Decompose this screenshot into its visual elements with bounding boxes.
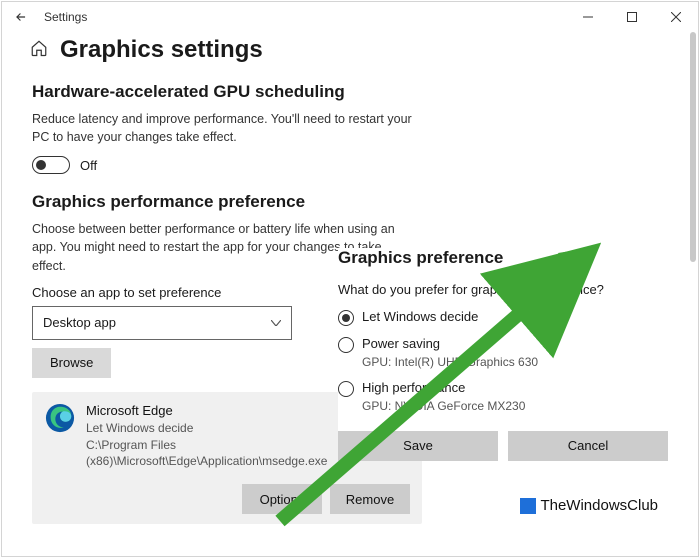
- remove-button[interactable]: Remove: [330, 484, 410, 514]
- watermark-text: TheWindowsClub: [540, 497, 658, 514]
- preference-radio-group: Let Windows decide Power saving GPU: Int…: [338, 309, 668, 415]
- radio-sub-text: GPU: Intel(R) UHD Graphics 630: [362, 355, 538, 371]
- radio-label-text: High performance: [362, 380, 525, 397]
- gpu-scheduling-toggle-label: Off: [80, 158, 97, 173]
- maximize-button[interactable]: [610, 2, 654, 32]
- home-icon[interactable]: [30, 39, 48, 62]
- radio-power-saving[interactable]: Power saving GPU: Intel(R) UHD Graphics …: [338, 336, 668, 370]
- app-type-dropdown[interactable]: Desktop app: [32, 306, 292, 340]
- edge-icon: [44, 402, 76, 434]
- radio-label-text: Let Windows decide: [362, 309, 478, 326]
- gpu-scheduling-description: Reduce latency and improve performance. …: [32, 110, 412, 146]
- close-button[interactable]: [654, 2, 698, 32]
- radio-sub-text: GPU: NVIDIA GeForce MX230: [362, 399, 525, 415]
- radio-high-performance[interactable]: High performance GPU: NVIDIA GeForce MX2…: [338, 380, 668, 414]
- page-title: Graphics settings: [60, 36, 263, 64]
- settings-window: Settings Graphics settings Hardware-acce…: [1, 1, 699, 557]
- graphics-preference-question: What do you prefer for graphics performa…: [338, 282, 668, 297]
- gpu-scheduling-toggle[interactable]: [32, 156, 70, 174]
- radio-icon: [338, 310, 354, 326]
- chevron-down-icon: [271, 317, 281, 329]
- radio-let-windows-decide[interactable]: Let Windows decide: [338, 309, 668, 326]
- app-type-value: Desktop app: [43, 315, 116, 330]
- radio-icon: [338, 337, 354, 353]
- gpu-scheduling-section: Hardware-accelerated GPU scheduling Redu…: [32, 82, 412, 174]
- titlebar: Settings: [2, 2, 698, 32]
- gpu-scheduling-heading: Hardware-accelerated GPU scheduling: [32, 82, 412, 102]
- window-controls: [566, 2, 698, 32]
- minimize-button[interactable]: [566, 2, 610, 32]
- watermark-logo-icon: [520, 498, 536, 514]
- watermark: TheWindowsClub: [520, 497, 658, 514]
- cancel-button[interactable]: Cancel: [508, 431, 668, 461]
- options-button[interactable]: Options: [242, 484, 322, 514]
- save-button[interactable]: Save: [338, 431, 498, 461]
- page-header: Graphics settings: [30, 36, 668, 64]
- window-title: Settings: [44, 10, 87, 24]
- browse-button[interactable]: Browse: [32, 348, 111, 378]
- back-button[interactable]: [8, 4, 34, 30]
- performance-preference-heading: Graphics performance preference: [32, 192, 412, 212]
- radio-label-text: Power saving: [362, 336, 538, 353]
- radio-icon: [338, 381, 354, 397]
- graphics-preference-heading: Graphics preference: [338, 248, 668, 268]
- graphics-preference-dialog: Graphics preference What do you prefer f…: [338, 248, 668, 461]
